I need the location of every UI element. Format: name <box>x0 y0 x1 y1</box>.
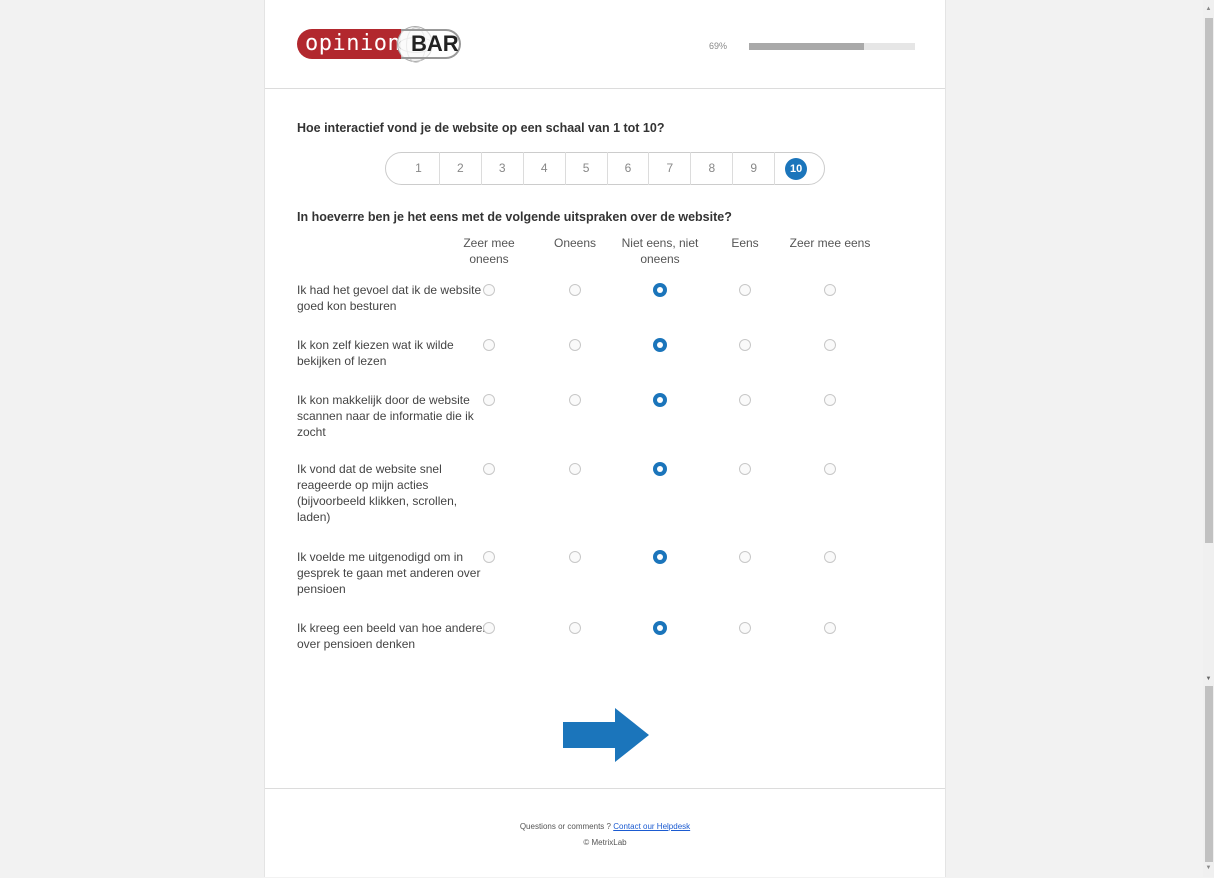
rating-scale: 1 2 3 4 5 6 7 8 9 10 <box>385 152 825 185</box>
radio-button[interactable] <box>483 339 495 351</box>
column-header: Eens <box>731 236 759 250</box>
radio-button[interactable] <box>739 463 751 475</box>
radio-button[interactable] <box>824 339 836 351</box>
footer-text: Questions or comments ? Contact our Help… <box>265 822 945 831</box>
opinionbar-logo: opinion BAR <box>297 26 467 63</box>
radio-button[interactable] <box>483 394 495 406</box>
radio-button[interactable] <box>569 622 581 634</box>
footer: Questions or comments ? Contact our Help… <box>265 788 945 878</box>
rating-option-label: 10 <box>785 158 808 180</box>
radio-button-selected[interactable] <box>653 393 667 407</box>
scroll-down-icon[interactable]: ▼ <box>1203 672 1214 686</box>
radio-button[interactable] <box>483 551 495 563</box>
column-header: Zeer mee oneens <box>463 236 515 266</box>
rating-option-label: 2 <box>457 161 464 175</box>
radio-button-selected[interactable] <box>653 462 667 476</box>
column-header: Oneens <box>553 236 597 250</box>
statement-label: Ik vond dat de website snel reageerde op… <box>297 462 458 524</box>
helpdesk-link[interactable]: Contact our Helpdesk <box>613 822 690 831</box>
radio-button[interactable] <box>569 284 581 296</box>
rating-option-2[interactable]: 2 <box>440 152 482 185</box>
radio-button[interactable] <box>739 284 751 296</box>
radio-button[interactable] <box>739 394 751 406</box>
rating-option-7[interactable]: 7 <box>649 152 692 185</box>
footer-question: Questions or comments ? <box>519 822 611 831</box>
rating-option-label: 7 <box>666 161 674 175</box>
question-1-title: Hoe interactief vond je de website op ee… <box>297 121 665 135</box>
progress-bar-fill <box>749 43 864 50</box>
radio-button[interactable] <box>569 463 581 475</box>
radio-button[interactable] <box>739 551 751 563</box>
rating-option-6[interactable]: 6 <box>608 152 650 185</box>
statement-label: Ik kon zelf kiezen wat ik wilde bekijken… <box>297 338 454 368</box>
next-button[interactable] <box>563 708 649 762</box>
column-header: Niet eens, niet oneens <box>621 236 699 266</box>
rating-option-3[interactable]: 3 <box>482 152 524 185</box>
rating-option-label: 8 <box>708 161 716 175</box>
scroll-down-icon[interactable]: ▼ <box>1203 861 1214 875</box>
radio-button[interactable] <box>824 551 836 563</box>
radio-button[interactable] <box>569 339 581 351</box>
scrollbar-thumb[interactable] <box>1205 18 1213 543</box>
rating-option-label: 3 <box>498 161 506 175</box>
scroll-up-icon[interactable]: ▲ <box>1203 2 1214 16</box>
rating-option-label: 9 <box>750 161 758 175</box>
radio-button[interactable] <box>739 622 751 634</box>
rating-option-4[interactable]: 4 <box>524 152 566 185</box>
radio-button[interactable] <box>824 284 836 296</box>
radio-button-selected[interactable] <box>653 283 667 297</box>
scrollbar-thumb-lower[interactable] <box>1205 686 1213 862</box>
survey-page: opinion BAR 69% Hoe interactief vond je … <box>264 0 946 877</box>
rating-option-label: 4 <box>540 161 548 175</box>
rating-option-8[interactable]: 8 <box>691 152 734 185</box>
copyright: © MetrixLab <box>583 838 627 847</box>
rating-option-label: 5 <box>582 161 590 175</box>
progress-bar <box>749 43 915 50</box>
header: opinion BAR 69% <box>265 0 945 89</box>
radio-button-selected[interactable] <box>653 338 667 352</box>
statement-label: Ik had het gevoel dat ik de website goed… <box>297 283 482 313</box>
radio-button[interactable] <box>824 394 836 406</box>
rating-option-1[interactable]: 1 <box>398 152 440 185</box>
logo-word-bar: BAR <box>401 29 461 59</box>
rating-option-10[interactable]: 10 <box>775 152 817 185</box>
rating-option-label: 6 <box>624 161 632 175</box>
radio-button[interactable] <box>483 463 495 475</box>
statement-label: Ik voelde me uitgenodigd om in gesprek t… <box>297 550 481 596</box>
radio-button[interactable] <box>824 622 836 634</box>
radio-button-selected[interactable] <box>653 621 667 635</box>
radio-button[interactable] <box>569 551 581 563</box>
rating-option-9[interactable]: 9 <box>733 152 776 185</box>
progress-percent: 69% <box>709 41 728 51</box>
question-2-title: In hoeverre ben je het eens met de volge… <box>297 210 732 224</box>
statement-label: Ik kreeg een beeld van hoe anderen over … <box>297 621 490 651</box>
radio-button[interactable] <box>569 394 581 406</box>
right-arrow-icon <box>563 708 649 762</box>
radio-button-selected[interactable] <box>653 550 667 564</box>
statement-label: Ik kon makkelijk door de website scannen… <box>297 393 474 439</box>
radio-button[interactable] <box>824 463 836 475</box>
column-header: Zeer mee eens <box>789 236 871 250</box>
radio-button[interactable] <box>483 622 495 634</box>
scrollbar[interactable]: ▲ ▼ ▼ <box>1203 0 1214 877</box>
radio-button[interactable] <box>739 339 751 351</box>
rating-option-label: 1 <box>415 161 422 175</box>
radio-button[interactable] <box>483 284 495 296</box>
rating-option-5[interactable]: 5 <box>566 152 608 185</box>
